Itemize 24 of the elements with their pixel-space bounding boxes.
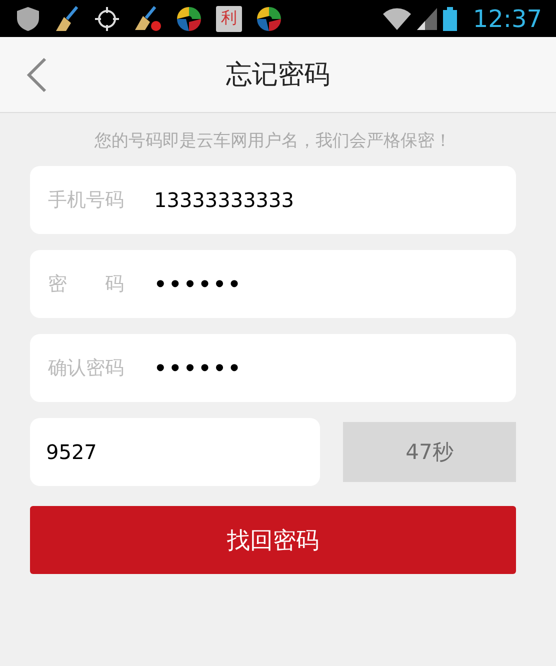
field-value: •••••• [154, 272, 243, 296]
field-value: 13333333333 [154, 188, 294, 212]
app-icon: 利 [216, 6, 242, 32]
field-label: 手机号码 [48, 188, 125, 213]
broom-icon [54, 6, 80, 32]
back-icon[interactable] [26, 57, 48, 93]
clock-time: 12:37 [472, 4, 542, 32]
hint-text: 您的号码即是云车网用户名，我们会严格保密！ [94, 130, 452, 152]
signal-icon [416, 8, 437, 30]
swirl-icon [256, 6, 282, 32]
submit-button[interactable]: 找回密码 [30, 506, 516, 574]
wifi-icon [382, 8, 411, 30]
field-label: 确认密码 [48, 356, 125, 381]
page-title: 忘记密码 [226, 59, 330, 92]
field-label: 密 码 [48, 272, 125, 297]
shield-icon [16, 6, 40, 32]
input-field[interactable]: 密 码 •••••• [30, 250, 516, 318]
input-field[interactable]: 手机号码 13333333333 [30, 166, 516, 234]
crosshair-icon [94, 6, 120, 32]
broom-alert-icon [134, 6, 162, 32]
battery-icon [442, 6, 457, 30]
swirl-icon [176, 6, 202, 32]
field-value: •••••• [154, 356, 243, 380]
input-field[interactable]: 确认密码 •••••• [30, 334, 516, 402]
